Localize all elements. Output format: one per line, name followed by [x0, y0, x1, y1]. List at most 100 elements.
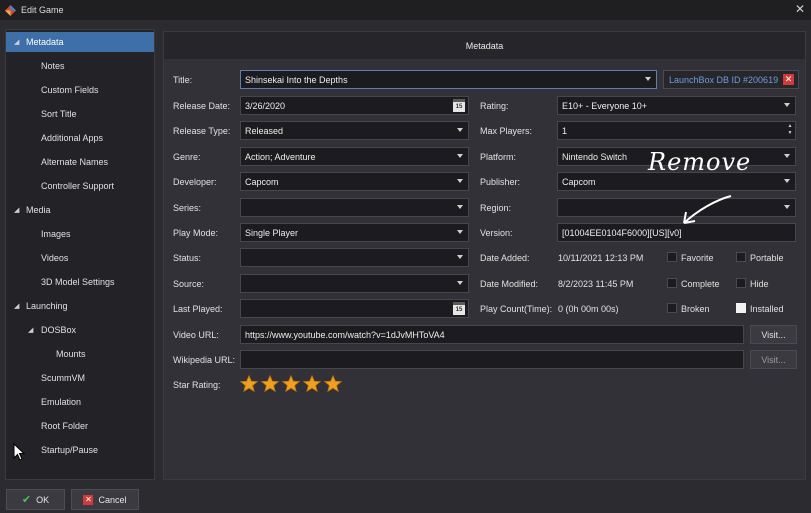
source-label: Source:: [173, 279, 205, 289]
last-played-field[interactable]: 15: [240, 299, 469, 318]
sidebar-item-label: Images: [41, 229, 71, 239]
visit-video-button[interactable]: Visit...: [750, 325, 797, 344]
sidebar-item-label: DOSBox: [41, 325, 77, 335]
chevron-down-icon[interactable]: [457, 205, 463, 209]
cancel-button[interactable]: ✕ Cancel: [71, 489, 139, 510]
video-url-value: https://www.youtube.com/watch?v=1dJvMHTo…: [245, 329, 445, 340]
source-dropdown[interactable]: [240, 274, 469, 293]
sidebar-item-label: Media: [26, 205, 51, 215]
sidebar-item-label: 3D Model Settings: [41, 277, 115, 287]
close-window-icon[interactable]: ✕: [795, 2, 805, 16]
sidebar-item-3d-model-settings[interactable]: 3D Model Settings: [6, 272, 154, 292]
ok-label: OK: [36, 494, 50, 505]
sidebar-item-root-folder[interactable]: Root Folder: [6, 416, 154, 436]
release-type-value: Released: [245, 125, 284, 136]
hide-checkbox[interactable]: [736, 278, 746, 288]
check-icon: ✔: [21, 494, 32, 506]
title-value: Shinsekai Into the Depths: [245, 74, 348, 85]
star-rating-control[interactable]: [240, 375, 342, 393]
play-count-label: Play Count(Time):: [480, 304, 553, 314]
launchbox-db-id-link[interactable]: LaunchBox DB ID #200619 ✕: [663, 70, 799, 89]
complete-label: Complete: [681, 279, 720, 289]
sidebar-item-dosbox[interactable]: ◢ DOSBox: [6, 320, 154, 340]
favorite-checkbox[interactable]: [667, 252, 677, 262]
unlink-x-icon[interactable]: ✕: [783, 74, 794, 85]
chevron-down-icon[interactable]: [457, 255, 463, 259]
sidebar-item-startup-pause[interactable]: Startup/Pause: [6, 440, 154, 460]
star-icon[interactable]: [324, 375, 342, 393]
expanded-caret-icon[interactable]: ◢: [14, 38, 19, 46]
star-icon[interactable]: [282, 375, 300, 393]
chevron-down-icon[interactable]: [784, 205, 790, 209]
sidebar-item-additional-apps[interactable]: Additional Apps: [6, 128, 154, 148]
developer-label: Developer:: [173, 177, 217, 187]
sidebar-item-mounts[interactable]: Mounts: [6, 344, 154, 364]
star-icon[interactable]: [303, 375, 321, 393]
sidebar-item-label: Additional Apps: [41, 133, 104, 143]
series-dropdown[interactable]: [240, 198, 469, 217]
sidebar-item-notes[interactable]: Notes: [6, 56, 154, 76]
spinner-arrows-icon[interactable]: ▲ ▼: [786, 123, 794, 138]
developer-dropdown[interactable]: Capcom: [240, 172, 469, 191]
chevron-down-icon[interactable]: [645, 77, 651, 81]
title-combobox[interactable]: Shinsekai Into the Depths: [240, 70, 657, 89]
broken-checkbox[interactable]: [667, 303, 677, 313]
visit-wikipedia-button[interactable]: Visit...: [750, 350, 797, 369]
genre-label: Genre:: [173, 152, 201, 162]
sidebar-item-media[interactable]: ◢ Media: [6, 200, 154, 220]
chevron-down-icon[interactable]: [784, 103, 790, 107]
star-icon[interactable]: [240, 375, 258, 393]
chevron-down-icon[interactable]: [784, 179, 790, 183]
wikipedia-url-input[interactable]: [240, 350, 744, 369]
publisher-value: Capcom: [562, 176, 596, 187]
play-mode-dropdown[interactable]: Single Player: [240, 223, 469, 242]
calendar-icon[interactable]: 15: [453, 99, 465, 112]
chevron-down-icon[interactable]: [457, 179, 463, 183]
expanded-caret-icon[interactable]: ◢: [28, 326, 33, 334]
sidebar-item-sort-title[interactable]: Sort Title: [6, 104, 154, 124]
status-dropdown[interactable]: [240, 248, 469, 267]
portable-checkbox[interactable]: [736, 252, 746, 262]
chevron-down-icon[interactable]: [457, 128, 463, 132]
title-bar: Edit Game ✕: [0, 0, 811, 20]
version-label: Version:: [480, 228, 513, 238]
portable-label: Portable: [750, 253, 784, 263]
sidebar-item-label: Alternate Names: [41, 157, 109, 167]
sidebar-item-images[interactable]: Images: [6, 224, 154, 244]
installed-checkbox[interactable]: [736, 303, 746, 313]
sidebar-item-label: ScummVM: [41, 373, 86, 383]
window-title: Edit Game: [21, 5, 64, 15]
sidebar-item-metadata[interactable]: ◢ Metadata: [6, 32, 154, 52]
expanded-caret-icon[interactable]: ◢: [14, 302, 19, 310]
release-type-dropdown[interactable]: Released: [240, 121, 469, 140]
cancel-x-icon: ✕: [83, 494, 94, 505]
sidebar-item-controller-support[interactable]: Controller Support: [6, 176, 154, 196]
calendar-icon[interactable]: 15: [453, 302, 465, 315]
sidebar-item-scummvm[interactable]: ScummVM: [6, 368, 154, 388]
sidebar-item-alternate-names[interactable]: Alternate Names: [6, 152, 154, 172]
release-date-label: Release Date:: [173, 101, 231, 111]
rating-dropdown[interactable]: E10+ - Everyone 10+: [557, 96, 796, 115]
last-played-label: Last Played:: [173, 304, 223, 314]
chevron-down-icon[interactable]: [784, 154, 790, 158]
chevron-down-icon[interactable]: [457, 154, 463, 158]
sidebar-item-label: Metadata: [26, 37, 64, 47]
chevron-down-icon[interactable]: [457, 281, 463, 285]
max-players-stepper[interactable]: 1 ▲ ▼: [557, 121, 796, 140]
genre-dropdown[interactable]: Action; Adventure: [240, 147, 469, 166]
video-url-label: Video URL:: [173, 330, 219, 340]
expanded-caret-icon[interactable]: ◢: [14, 206, 19, 214]
sidebar-item-videos[interactable]: Videos: [6, 248, 154, 268]
sidebar-item-label: Videos: [41, 253, 69, 263]
star-icon[interactable]: [261, 375, 279, 393]
complete-checkbox[interactable]: [667, 278, 677, 288]
release-date-field[interactable]: 3/26/2020 15: [240, 96, 469, 115]
sidebar-item-label: Emulation: [41, 397, 82, 407]
sidebar-item-custom-fields[interactable]: Custom Fields: [6, 80, 154, 100]
video-url-input[interactable]: https://www.youtube.com/watch?v=1dJvMHTo…: [240, 325, 744, 344]
ok-button[interactable]: ✔ OK: [6, 489, 65, 510]
sidebar-item-emulation[interactable]: Emulation: [6, 392, 154, 412]
sidebar-item-launching[interactable]: ◢ Launching: [6, 296, 154, 316]
chevron-down-icon[interactable]: [457, 230, 463, 234]
region-label: Region:: [480, 203, 512, 213]
